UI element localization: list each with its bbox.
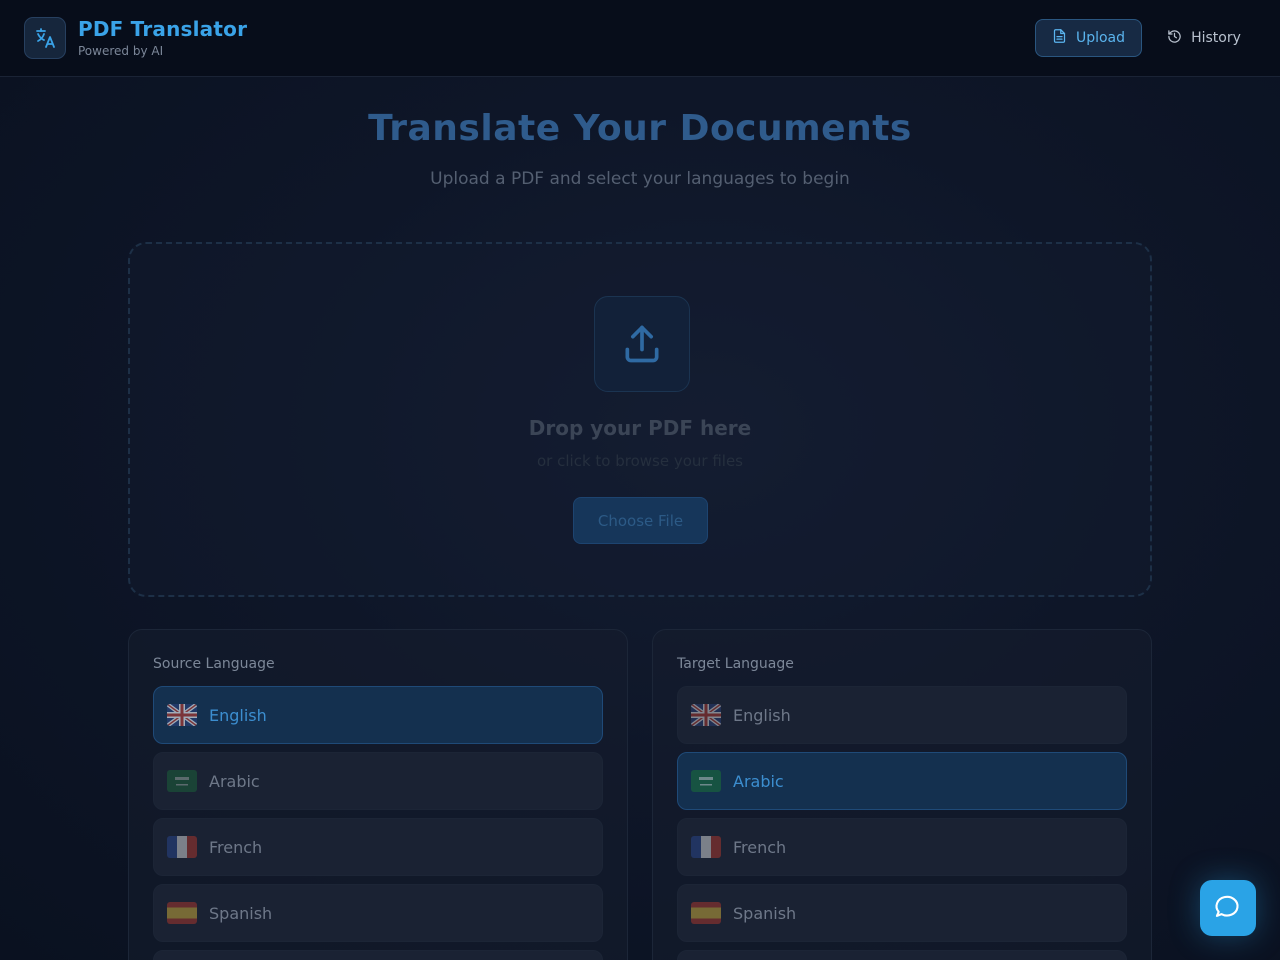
- source-option-more[interactable]: [153, 950, 603, 960]
- source-language-label: Source Language: [153, 656, 275, 672]
- dropzone-title: Drop your PDF here: [528, 416, 752, 440]
- nav-upload-label: Upload: [1075, 30, 1126, 46]
- chat-button[interactable]: [1200, 880, 1256, 936]
- source-option-label: Spanish: [209, 903, 273, 923]
- uk-flag-icon: [691, 704, 721, 726]
- nav-history-label: History: [1191, 30, 1241, 46]
- saudi-flag-icon: [167, 770, 197, 792]
- target-option-french[interactable]: French: [677, 818, 1127, 876]
- history-icon: [1167, 29, 1182, 48]
- target-option-arabic[interactable]: Arabic: [677, 752, 1127, 810]
- target-option-label: French: [733, 837, 787, 857]
- dropzone-subtitle: or click to browse your files: [537, 452, 743, 470]
- target-option-more[interactable]: [677, 950, 1127, 960]
- target-option-english[interactable]: English: [677, 686, 1127, 744]
- brand-title: PDF Translator: [78, 17, 248, 41]
- saudi-flag-icon: [691, 770, 721, 792]
- source-option-label: Arabic: [209, 771, 260, 791]
- target-option-label: English: [733, 705, 791, 725]
- nav-upload-button[interactable]: Upload: [1035, 19, 1142, 57]
- app-header: PDF Translator Powered by AI Upload Hist…: [0, 0, 1280, 77]
- target-option-spanish[interactable]: Spanish: [677, 884, 1127, 942]
- brand-subtitle: Powered by AI: [78, 44, 164, 58]
- source-option-label: French: [209, 837, 263, 857]
- page-subtitle: Upload a PDF and select your languages t…: [430, 169, 850, 189]
- target-option-label: Spanish: [733, 903, 797, 923]
- source-option-english[interactable]: English: [153, 686, 603, 744]
- target-option-label: Arabic: [733, 771, 784, 791]
- translate-icon: [24, 17, 66, 59]
- france-flag-icon: [691, 836, 721, 858]
- spain-flag-icon: [691, 902, 721, 924]
- uk-flag-icon: [167, 704, 197, 726]
- target-language-label: Target Language: [677, 656, 794, 672]
- source-option-arabic[interactable]: Arabic: [153, 752, 603, 810]
- choose-file-button[interactable]: Choose File: [573, 497, 708, 544]
- document-icon: [1052, 28, 1067, 48]
- upload-icon: [594, 296, 690, 392]
- source-option-spanish[interactable]: Spanish: [153, 884, 603, 942]
- france-flag-icon: [167, 836, 197, 858]
- source-option-label: English: [209, 705, 267, 725]
- source-option-french[interactable]: French: [153, 818, 603, 876]
- page-title: Translate Your Documents: [368, 108, 912, 149]
- pdf-dropzone[interactable]: Drop your PDF here or click to browse yo…: [128, 242, 1152, 597]
- chat-icon: [1214, 892, 1242, 924]
- target-language-panel: Target Language English Arabic French Sp…: [652, 629, 1152, 960]
- spain-flag-icon: [167, 902, 197, 924]
- source-language-panel: Source Language English Arabic French Sp…: [128, 629, 628, 960]
- nav-history-button[interactable]: History: [1154, 19, 1254, 57]
